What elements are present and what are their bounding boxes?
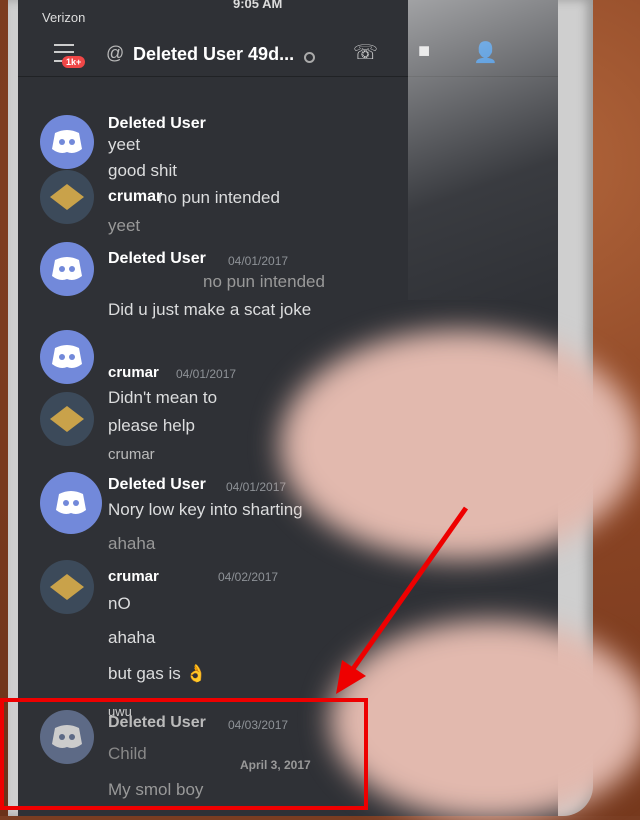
dm-header: 1k+ @ Deleted User 49d... ☏ ■ 👤	[18, 24, 558, 77]
message-text: ahaha	[108, 628, 156, 647]
user-avatar[interactable]	[40, 170, 94, 224]
user-avatar[interactable]	[40, 560, 94, 614]
carrier-label: Verizon	[42, 10, 86, 25]
message-text: nO	[108, 594, 131, 613]
timestamp: 04/01/2017	[176, 367, 237, 381]
author-name[interactable]: crumar	[108, 364, 159, 381]
annotation-box	[0, 698, 368, 810]
author-name[interactable]: crumar	[108, 188, 162, 206]
author-name[interactable]: Deleted User	[108, 250, 206, 268]
at-icon: @	[106, 43, 125, 63]
timestamp: 04/02/2017	[218, 570, 279, 584]
author-name[interactable]: Deleted User	[108, 115, 206, 133]
video-icon[interactable]: ■	[418, 40, 430, 63]
timestamp: 04/01/2017	[228, 254, 289, 268]
call-icon[interactable]: ☏	[353, 40, 378, 65]
discord-avatar-icon[interactable]	[40, 330, 94, 384]
message-text: yeet	[108, 216, 141, 235]
message-text: ahaha	[108, 534, 156, 553]
message-text: crumar	[108, 446, 155, 463]
annotation-arrow-icon	[336, 506, 469, 694]
discord-avatar-icon[interactable]	[40, 472, 102, 534]
discord-avatar-icon[interactable]	[40, 242, 94, 296]
user-avatar[interactable]	[40, 392, 94, 446]
message-text: no pun intended	[203, 272, 325, 291]
message-text: please help	[108, 416, 195, 435]
message-text: Did u just make a scat joke	[108, 300, 312, 319]
message-text: good shit	[108, 161, 177, 180]
message-text: but gas is 👌	[108, 664, 207, 683]
members-icon[interactable]: 👤	[473, 40, 498, 65]
author-name[interactable]: crumar	[108, 568, 159, 585]
discord-avatar-icon[interactable]	[40, 115, 94, 169]
message-text: yeet	[108, 135, 141, 154]
clock: 9:05 AM	[233, 0, 283, 11]
channel-title[interactable]: Deleted User 49d...	[133, 44, 294, 65]
message-text: Didn't mean to	[108, 388, 218, 407]
status-icon	[304, 52, 315, 63]
message-text: Nory low key into sharting	[108, 500, 303, 519]
timestamp: 04/01/2017	[226, 480, 287, 494]
message-text: no pun intended	[158, 188, 280, 207]
author-name[interactable]: Deleted User	[108, 476, 206, 494]
notification-badge: 1k+	[62, 56, 86, 68]
